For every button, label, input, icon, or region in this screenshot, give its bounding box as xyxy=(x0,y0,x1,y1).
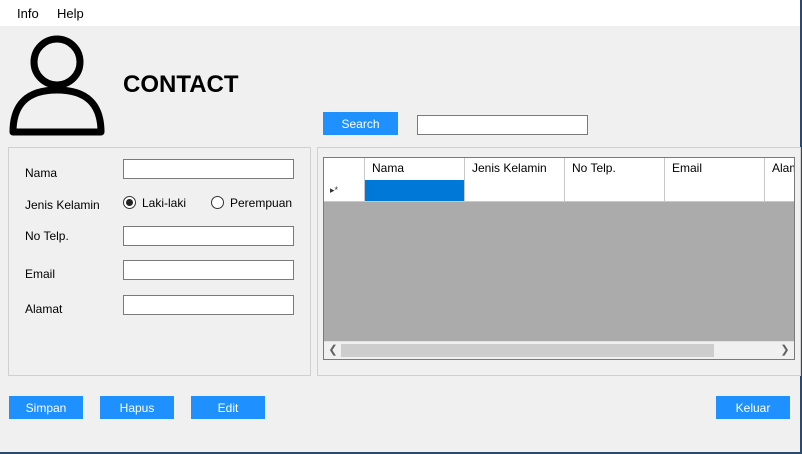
table-cell[interactable] xyxy=(465,180,565,201)
keluar-button[interactable]: Keluar xyxy=(716,396,790,419)
edit-button[interactable]: Edit xyxy=(191,396,265,419)
contact-window: Info Help CONTACT Search Nama Jenis Kela… xyxy=(0,0,802,454)
nama-field[interactable] xyxy=(123,159,294,179)
menu-help[interactable]: Help xyxy=(57,6,84,21)
radio-perempuan[interactable] xyxy=(211,196,224,209)
radio-laki-laki-label[interactable]: Laki-laki xyxy=(142,196,186,210)
search-button[interactable]: Search xyxy=(323,112,398,135)
email-field[interactable] xyxy=(123,260,294,280)
simpan-button[interactable]: Simpan xyxy=(9,396,83,419)
column-header-no-telp[interactable]: No Telp. xyxy=(565,158,665,180)
table-cell[interactable] xyxy=(765,180,794,201)
user-avatar-icon xyxy=(9,35,105,136)
table-cell[interactable] xyxy=(665,180,765,201)
table-cell-selected[interactable] xyxy=(365,180,465,201)
column-header-jenis-kelamin[interactable]: Jenis Kelamin xyxy=(465,158,565,180)
page-title: CONTACT xyxy=(123,71,239,98)
row-marker-icon: ▸* xyxy=(324,180,365,201)
no-telp-field[interactable] xyxy=(123,226,294,246)
scroll-left-icon[interactable]: ❮ xyxy=(325,343,341,358)
nama-label: Nama xyxy=(25,166,58,180)
jenis-kelamin-label: Jenis Kelamin xyxy=(25,198,100,212)
no-telp-label: No Telp. xyxy=(25,229,69,243)
hapus-button[interactable]: Hapus xyxy=(100,396,174,419)
column-header-nama[interactable]: Nama xyxy=(365,158,465,180)
column-header-email[interactable]: Email xyxy=(665,158,765,180)
scrollbar-thumb[interactable] xyxy=(341,344,714,357)
column-header-alamat[interactable]: Alamat xyxy=(765,158,794,180)
contact-table[interactable]: Nama Jenis Kelamin No Telp. Email Alamat… xyxy=(323,157,795,360)
alamat-field[interactable] xyxy=(123,295,294,315)
table-new-row[interactable]: ▸* xyxy=(324,180,794,202)
menu-info[interactable]: Info xyxy=(17,6,39,21)
email-label: Email xyxy=(25,267,56,281)
radio-perempuan-label[interactable]: Perempuan xyxy=(230,196,292,210)
menu-bar: Info Help xyxy=(0,0,800,26)
row-header-corner xyxy=(324,158,365,180)
search-input[interactable] xyxy=(417,115,588,135)
scroll-right-icon[interactable]: ❯ xyxy=(777,343,793,358)
horizontal-scrollbar[interactable]: ❮ ❯ xyxy=(324,341,794,359)
table-cell[interactable] xyxy=(565,180,665,201)
alamat-label: Alamat xyxy=(25,302,63,316)
table-header: Nama Jenis Kelamin No Telp. Email Alamat xyxy=(324,158,794,181)
radio-laki-laki[interactable] xyxy=(123,196,136,209)
